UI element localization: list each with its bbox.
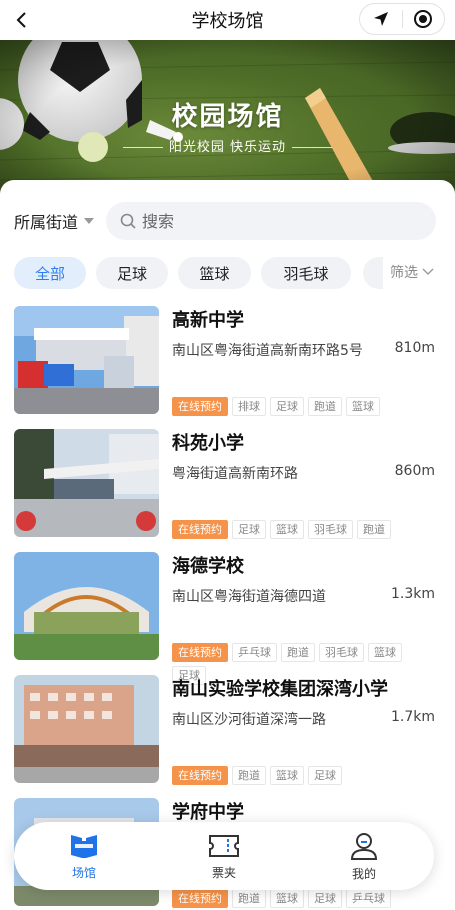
venue-distance: 1.7km — [390, 709, 435, 725]
hero-banner: 校园场馆 阳光校园 快乐运动 — [0, 40, 455, 200]
content-sheet: 所属街道 全部 足球 篮球 羽毛球 筛选 — [0, 180, 455, 910]
tab-tickets-label: 票夹 — [211, 865, 236, 880]
sport-category-tabs: 全部 足球 篮球 羽毛球 筛选 — [14, 256, 444, 290]
banner-subtitle-text: 阳光校园 快乐运动 — [168, 140, 287, 155]
record-button[interactable] — [403, 4, 445, 34]
venue-name: 南山实验学校集团深湾小学 — [172, 679, 388, 700]
banner-subtitle: 阳光校园 快乐运动 — [0, 136, 455, 155]
sport-tag: 跑道 — [281, 643, 315, 662]
book-online-button[interactable]: 在线预约 — [172, 643, 228, 662]
venue-address: 粤海街道高新南环路 — [172, 466, 298, 482]
sport-tag: 篮球 — [270, 766, 304, 785]
venue-tags: 在线预约 足球 篮球 羽毛球 跑道 — [172, 520, 437, 543]
tab-venues[interactable]: 场馆 — [14, 822, 154, 890]
chevron-down-icon — [422, 268, 434, 275]
search-icon — [120, 213, 136, 229]
sport-tag: 乒乓球 — [346, 889, 391, 908]
venue-address: 南山区沙河街道深湾一路 — [172, 712, 326, 728]
filter-button[interactable]: 筛选 — [390, 262, 434, 282]
page-title: 学校场馆 — [191, 11, 264, 32]
venue-address: 南山区粤海街道海德四道 — [172, 589, 326, 605]
sport-tag: 篮球 — [368, 643, 402, 662]
sport-tag: 篮球 — [346, 397, 380, 416]
tab-mine[interactable]: 我的 — [294, 822, 434, 890]
top-nav-bar: 学校场馆 — [0, 0, 455, 40]
venue-book-icon — [71, 834, 97, 858]
search-input[interactable] — [142, 211, 402, 231]
sport-tag: 跑道 — [232, 889, 266, 908]
venue-photo — [14, 429, 159, 537]
sport-tag: 足球 — [232, 520, 266, 539]
venue-tags: 在线预约 跑道 篮球 足球 — [172, 766, 437, 789]
tab-badminton[interactable]: 羽毛球 — [261, 257, 351, 289]
district-label: 所属街道 — [14, 213, 79, 232]
venue-photo — [14, 552, 159, 660]
book-online-button[interactable]: 在线预约 — [172, 397, 228, 416]
ticket-icon — [209, 834, 239, 857]
tab-football[interactable]: 足球 — [96, 257, 168, 289]
location-button[interactable] — [360, 4, 402, 34]
sport-tag: 排球 — [232, 397, 266, 416]
tab-tickets[interactable]: 票夹 — [154, 822, 294, 890]
venue-tags: 在线预约 排球 足球 跑道 篮球 — [172, 397, 437, 420]
venue-distance: 860m — [394, 463, 435, 479]
sport-tag: 足球 — [270, 397, 304, 416]
sport-tag: 足球 — [308, 766, 342, 785]
venue-photo — [14, 675, 159, 783]
tab-all[interactable]: 全部 — [14, 257, 86, 289]
bottom-tab-bar: 场馆 票夹 我的 — [14, 822, 434, 890]
venue-address: 南山区粤海街道高新南环路5号 — [172, 343, 363, 359]
venue-name: 科苑小学 — [172, 433, 244, 454]
caret-down-icon — [84, 218, 95, 224]
venue-name: 海德学校 — [172, 556, 244, 577]
sport-tag: 足球 — [308, 889, 342, 908]
sport-tag: 跑道 — [308, 397, 342, 416]
user-profile-icon — [350, 832, 378, 860]
chevron-left-icon — [16, 12, 26, 28]
venue-tags: 在线预约 跑道 篮球 足球 乒乓球 — [172, 889, 437, 910]
back-button[interactable] — [8, 6, 36, 34]
sport-tag: 篮球 — [270, 889, 304, 908]
sport-tag: 乒乓球 — [232, 643, 277, 662]
mini-program-capsule — [359, 3, 445, 35]
venue-distance: 1.3km — [390, 586, 435, 602]
divider-line — [122, 147, 163, 148]
sport-tag: 篮球 — [270, 520, 304, 539]
tab-overflow-stub[interactable] — [363, 257, 383, 289]
sport-tag: 跑道 — [232, 766, 266, 785]
district-dropdown[interactable]: 所属街道 — [14, 209, 95, 233]
venue-distance: 810m — [394, 340, 435, 356]
venue-name: 学府中学 — [172, 802, 244, 823]
tab-basketball[interactable]: 篮球 — [178, 257, 251, 289]
book-online-button[interactable]: 在线预约 — [172, 520, 228, 539]
navigation-arrow-icon — [373, 12, 388, 26]
filter-label: 筛选 — [390, 265, 418, 281]
venue-name: 高新中学 — [172, 310, 244, 331]
sport-tag: 跑道 — [357, 520, 391, 539]
search-box[interactable] — [106, 202, 436, 240]
app-page: 学校场馆 校园场馆 阳光校园 快乐运动 所属街道 搜索 全部 足球 篮球 羽毛球… — [0, 0, 455, 910]
tab-venues-label: 场馆 — [71, 865, 96, 880]
venue-photo — [14, 306, 159, 414]
book-online-button[interactable]: 在线预约 — [172, 766, 228, 785]
sport-tag: 羽毛球 — [319, 643, 364, 662]
tab-mine-label: 我的 — [351, 866, 376, 881]
book-online-button[interactable]: 在线预约 — [172, 889, 228, 908]
sport-tag: 羽毛球 — [308, 520, 353, 539]
target-circle-icon — [414, 10, 433, 28]
filter-row: 所属街道 — [14, 202, 439, 240]
banner-title: 校园场馆 — [171, 102, 284, 132]
divider-line — [292, 147, 333, 148]
